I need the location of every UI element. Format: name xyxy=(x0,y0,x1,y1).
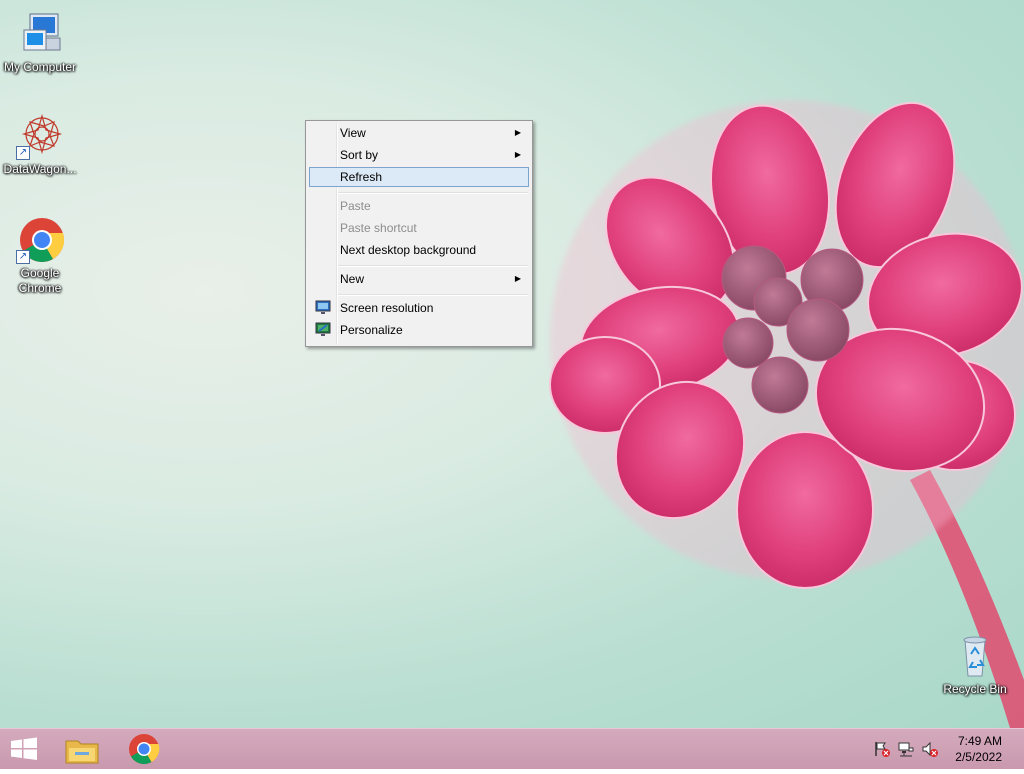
volume-muted-icon[interactable] xyxy=(922,741,938,757)
computer-icon xyxy=(16,10,64,58)
chrome-icon: ↗ xyxy=(16,216,65,264)
menu-item-sort-by[interactable]: Sort by ▶ xyxy=(309,145,529,165)
submenu-arrow-icon: ▶ xyxy=(514,150,521,159)
windows-logo-icon xyxy=(11,737,37,760)
clock-time: 7:49 AM xyxy=(957,734,1002,748)
wallpaper-flower xyxy=(549,100,1024,728)
taskbar-chrome-button[interactable] xyxy=(120,729,168,769)
recycle-bin-icon xyxy=(951,632,999,680)
desktop-icon-google-chrome[interactable]: ↗ Google Chrome xyxy=(0,216,80,296)
menu-separator xyxy=(338,192,528,194)
menu-item-paste[interactable]: Paste xyxy=(309,196,529,216)
menu-item-label: Sort by xyxy=(340,148,379,162)
desktop-icon-label: DataWagon... xyxy=(3,162,77,176)
taskbar-clock[interactable]: 7:49 AM 2/5/2022 xyxy=(942,733,1002,765)
menu-item-personalize[interactable]: Personalize xyxy=(309,320,529,340)
file-explorer-icon xyxy=(65,740,99,764)
menu-item-refresh[interactable]: Refresh xyxy=(309,167,529,187)
menu-item-screen-resolution[interactable]: Screen resolution xyxy=(309,298,529,318)
submenu-arrow-icon: ▶ xyxy=(514,128,521,137)
shortcut-arrow-icon: ↗ xyxy=(16,250,30,264)
action-center-flag-icon[interactable] xyxy=(874,741,890,757)
menu-item-label: Paste xyxy=(340,199,371,213)
menu-item-label: New xyxy=(340,272,365,286)
menu-item-new[interactable]: New ▶ xyxy=(309,269,529,289)
taskbar: 7:49 AM 2/5/2022 xyxy=(0,728,1024,769)
datawagon-icon: ↗ xyxy=(16,112,64,160)
menu-item-label: Refresh xyxy=(340,170,383,184)
personalize-icon xyxy=(315,322,331,338)
desktop-icon-label-line2: Chrome xyxy=(18,281,62,295)
menu-separator xyxy=(338,265,528,267)
desktop-icon-recycle-bin[interactable]: Recycle Bin xyxy=(935,632,1015,697)
menu-item-label: Personalize xyxy=(340,323,403,337)
network-icon[interactable] xyxy=(898,741,914,757)
desktop-icon-datawagon[interactable]: ↗ DataWagon... xyxy=(0,112,80,177)
desktop[interactable]: My Computer ↗ DataWagon... ↗ Google Chro… xyxy=(0,0,1024,728)
submenu-arrow-icon: ▶ xyxy=(514,274,521,283)
desktop-icon-label: My Computer xyxy=(3,60,77,74)
menu-separator xyxy=(338,294,528,296)
shortcut-arrow-icon: ↗ xyxy=(16,146,30,160)
menu-item-view[interactable]: View ▶ xyxy=(309,123,529,143)
desktop-context-menu: View ▶ Sort by ▶ Refresh Paste Paste sho… xyxy=(305,120,533,347)
menu-item-paste-shortcut[interactable]: Paste shortcut xyxy=(309,218,529,238)
desktop-icon-my-computer[interactable]: My Computer xyxy=(0,10,80,75)
menu-item-label: Paste shortcut xyxy=(340,221,417,235)
start-button[interactable] xyxy=(0,729,48,769)
menu-item-next-desktop-background[interactable]: Next desktop background xyxy=(309,240,529,260)
menu-item-label: Next desktop background xyxy=(340,243,477,257)
taskbar-file-explorer-button[interactable] xyxy=(58,729,106,769)
chrome-icon xyxy=(129,734,160,765)
desktop-icon-label-line1: Google xyxy=(20,266,60,280)
menu-item-label: View xyxy=(340,126,366,140)
menu-item-label: Screen resolution xyxy=(340,301,434,315)
screen-resolution-icon xyxy=(315,300,331,316)
desktop-icon-label: Recycle Bin xyxy=(943,682,1007,696)
clock-date: 2/5/2022 xyxy=(955,750,1002,764)
